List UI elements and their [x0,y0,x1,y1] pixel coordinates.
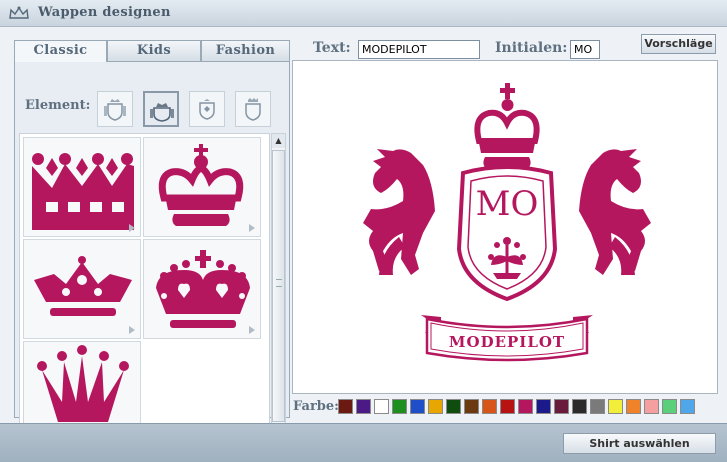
initials-label: Initialen: [495,40,568,56]
initials-input[interactable]: MO [570,40,600,59]
crown-flat-icon [34,256,132,316]
color-swatch[interactable] [464,399,479,414]
color-swatch[interactable] [518,399,533,414]
select-shirt-button[interactable]: Shirt auswählen [563,433,716,454]
coat-of-arms-graphic: MO MODEPILOT [363,83,651,362]
color-swatch[interactable] [644,399,659,414]
element-shield-emblem-button[interactable] [189,91,225,127]
crown-zigzag-icon [32,153,134,230]
coat-of-arms-preview: MO MODEPILOT [292,60,718,394]
color-swatch[interactable] [608,399,623,414]
crown-gallery-item[interactable] [143,137,261,237]
suggestions-button[interactable]: Vorschläge [641,34,716,54]
crown-gallery-item[interactable] [143,239,261,339]
tab-fashion[interactable]: Fashion [201,40,290,61]
text-input[interactable]: MODEPILOT [358,40,480,59]
crown-gallery [19,133,270,441]
color-swatch[interactable] [392,399,407,414]
color-swatch[interactable] [536,399,551,414]
crown-logo-icon [9,6,29,19]
color-swatch[interactable] [572,399,587,414]
scroll-up-arrow-icon[interactable]: ▲ [272,134,285,148]
element-panel: Classic Kids Fashion Element: ▲ [14,40,290,441]
color-swatch[interactable] [500,399,515,414]
gallery-scrollbar[interactable]: ▲ ▼ [271,133,286,438]
color-label: Farbe: [293,399,339,414]
preview-initials: MO [476,184,539,224]
crown-gallery-item[interactable] [23,239,141,339]
color-swatch[interactable] [356,399,371,414]
color-swatch[interactable] [626,399,641,414]
color-swatch[interactable] [590,399,605,414]
crown-icon [150,103,174,122]
window-title: Wappen designen [38,5,171,20]
text-label: Text: [313,40,351,56]
color-swatch[interactable] [428,399,443,414]
color-swatch[interactable] [410,399,425,414]
crown-royal-icon [158,144,244,226]
preview-banner-text: MODEPILOT [449,333,565,351]
element-castle-shield-button[interactable] [235,91,271,127]
shield-crown-icon [104,99,126,121]
element-crown-button[interactable] [143,91,179,127]
scrollbar-thumb[interactable] [272,150,285,422]
castle-shield-icon [245,98,261,121]
tab-kids[interactable]: Kids [107,40,201,61]
color-swatch[interactable] [554,399,569,414]
crown-gallery-item[interactable] [23,137,141,237]
expand-arrow-icon [249,326,255,334]
tab-content: Element: ▲ [14,61,290,441]
title-bar: Wappen designen [0,0,727,27]
color-swatch[interactable] [338,399,353,414]
element-shield-crown-button[interactable] [97,91,133,127]
expand-arrow-icon [129,326,135,334]
expand-arrow-icon [249,224,255,232]
color-swatch[interactable] [662,399,677,414]
expand-arrow-icon [129,224,135,232]
color-swatch[interactable] [374,399,389,414]
color-swatch[interactable] [680,399,695,414]
shield-emblem-icon [199,99,215,120]
color-swatch[interactable] [446,399,461,414]
color-swatch[interactable] [482,399,497,414]
element-label: Element: [25,98,91,113]
tab-classic[interactable]: Classic [14,40,107,62]
crown-heart-icon [156,250,250,328]
